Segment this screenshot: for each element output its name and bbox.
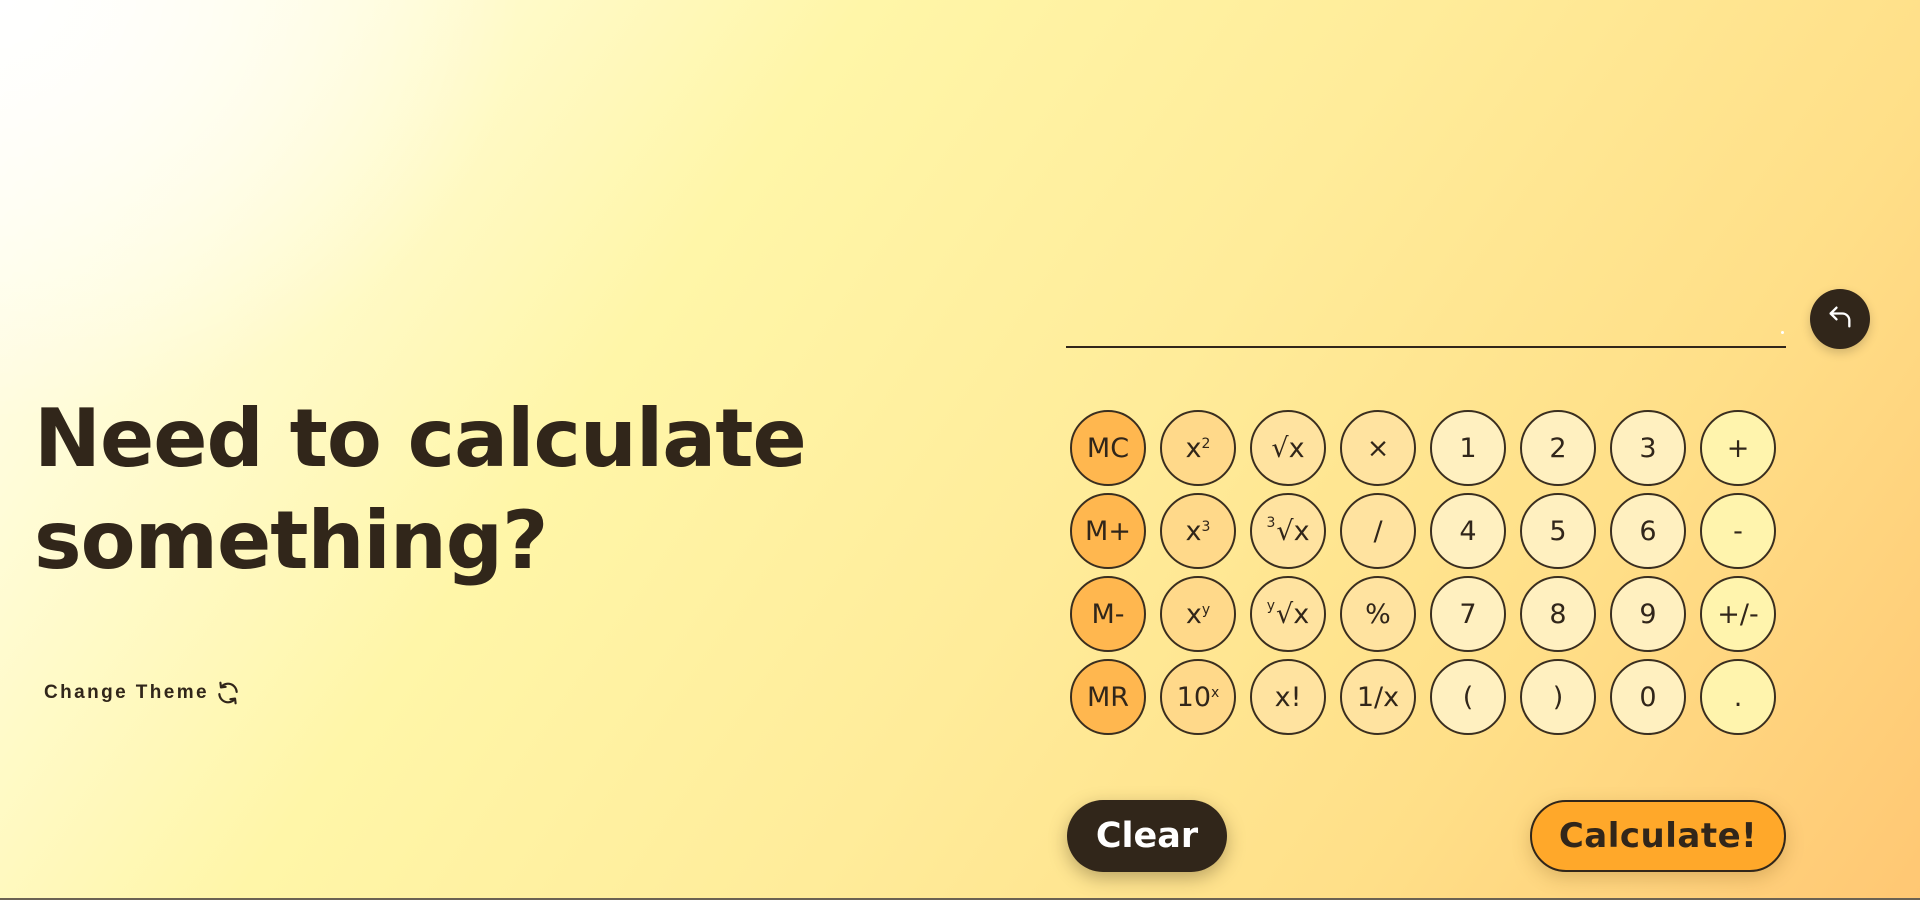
key-power[interactable]: xy — [1160, 576, 1236, 652]
change-theme-label: Change Theme — [44, 682, 209, 703]
change-theme-button[interactable]: Change Theme — [44, 680, 241, 706]
key-percent[interactable]: % — [1340, 576, 1416, 652]
key-label: 4 — [1459, 515, 1477, 547]
key-4[interactable]: 4 — [1430, 493, 1506, 569]
key-3[interactable]: 3 — [1610, 410, 1686, 486]
key-9[interactable]: 9 — [1610, 576, 1686, 652]
key-label: 2 — [1549, 432, 1567, 464]
key-memory-recall[interactable]: MR — [1070, 659, 1146, 735]
calculate-button[interactable]: Calculate! — [1530, 800, 1786, 872]
key-label: +/- — [1717, 598, 1759, 630]
key-root-index: 3 — [1266, 515, 1276, 531]
key-cube[interactable]: x3 — [1160, 493, 1236, 569]
key-reciprocal[interactable]: 1/x — [1340, 659, 1416, 735]
keypad: MC x 2 √x × 1 2 3 + M+ x 3 3 √x/4 5 6- M-x y y √x% 7 8 9 +/- MR 1… — [1070, 410, 1776, 735]
undo-arrow-icon — [1826, 303, 1854, 335]
backspace-button[interactable] — [1810, 289, 1870, 349]
page-title: Need to calculate something? — [34, 388, 807, 592]
page-title-line-2: something? — [34, 494, 548, 587]
key-root-index: y — [1266, 598, 1276, 614]
key-6[interactable]: 6 — [1610, 493, 1686, 569]
clear-button[interactable]: Clear — [1067, 800, 1227, 872]
key-label: 1/x — [1356, 681, 1400, 713]
key-multiply[interactable]: × — [1340, 410, 1416, 486]
key-decimal[interactable]: . — [1700, 659, 1776, 735]
key-label: - — [1733, 515, 1743, 547]
key-memory-clear[interactable]: MC — [1070, 410, 1146, 486]
key-memory-subtract[interactable]: M- — [1070, 576, 1146, 652]
key-label: 1 — [1459, 432, 1477, 464]
key-label: M- — [1091, 598, 1125, 630]
key-base: x — [1185, 432, 1202, 464]
key-label: 7 — [1459, 598, 1477, 630]
key-0[interactable]: 0 — [1610, 659, 1686, 735]
key-2[interactable]: 2 — [1520, 410, 1596, 486]
key-label: M+ — [1085, 515, 1131, 547]
key-7[interactable]: 7 — [1430, 576, 1506, 652]
key-label: 0 — [1639, 681, 1657, 713]
key-label: √x — [1271, 432, 1305, 464]
expression-input[interactable] — [1066, 296, 1786, 348]
key-label: % — [1365, 598, 1391, 630]
key-plus[interactable]: + — [1700, 410, 1776, 486]
key-label: + — [1726, 432, 1750, 464]
key-open-paren[interactable]: ( — [1430, 659, 1506, 735]
key-exponent: 3 — [1201, 519, 1211, 535]
key-base: 10 — [1176, 681, 1212, 713]
key-base: x — [1185, 515, 1202, 547]
key-square[interactable]: x2 — [1160, 410, 1236, 486]
key-label: × — [1366, 432, 1390, 464]
key-divide[interactable]: / — [1340, 493, 1416, 569]
key-5[interactable]: 5 — [1520, 493, 1596, 569]
key-label: √x — [1276, 598, 1310, 630]
key-minus[interactable]: - — [1700, 493, 1776, 569]
key-label: x! — [1274, 681, 1302, 713]
key-label: 3 — [1639, 432, 1657, 464]
key-nth-root[interactable]: y √x — [1250, 576, 1326, 652]
key-base: x — [1185, 598, 1202, 630]
key-cube-root[interactable]: 3 √x — [1250, 493, 1326, 569]
calculator-display — [1066, 296, 1786, 350]
key-exponent: x — [1211, 685, 1220, 701]
key-8[interactable]: 8 — [1520, 576, 1596, 652]
key-label: MR — [1086, 681, 1130, 713]
key-label: 5 — [1549, 515, 1567, 547]
key-factorial[interactable]: x! — [1250, 659, 1326, 735]
key-label: ( — [1462, 681, 1474, 713]
key-exponent: 2 — [1201, 436, 1211, 452]
input-caret — [1781, 331, 1784, 334]
key-label: MC — [1086, 432, 1130, 464]
key-close-paren[interactable]: ) — [1520, 659, 1596, 735]
key-exponent: y — [1201, 602, 1211, 618]
key-1[interactable]: 1 — [1430, 410, 1506, 486]
key-memory-add[interactable]: M+ — [1070, 493, 1146, 569]
key-label: 8 — [1549, 598, 1567, 630]
refresh-icon — [215, 680, 241, 706]
key-label: . — [1733, 681, 1743, 713]
key-label: 9 — [1639, 598, 1657, 630]
key-label: 6 — [1639, 515, 1657, 547]
key-negate[interactable]: +/- — [1700, 576, 1776, 652]
page-title-line-1: Need to calculate — [34, 392, 807, 485]
key-ten-power[interactable]: 10 x — [1160, 659, 1236, 735]
key-square-root[interactable]: √x — [1250, 410, 1326, 486]
key-label: / — [1373, 515, 1383, 547]
key-label: ) — [1552, 681, 1564, 713]
key-label: √x — [1276, 515, 1310, 547]
